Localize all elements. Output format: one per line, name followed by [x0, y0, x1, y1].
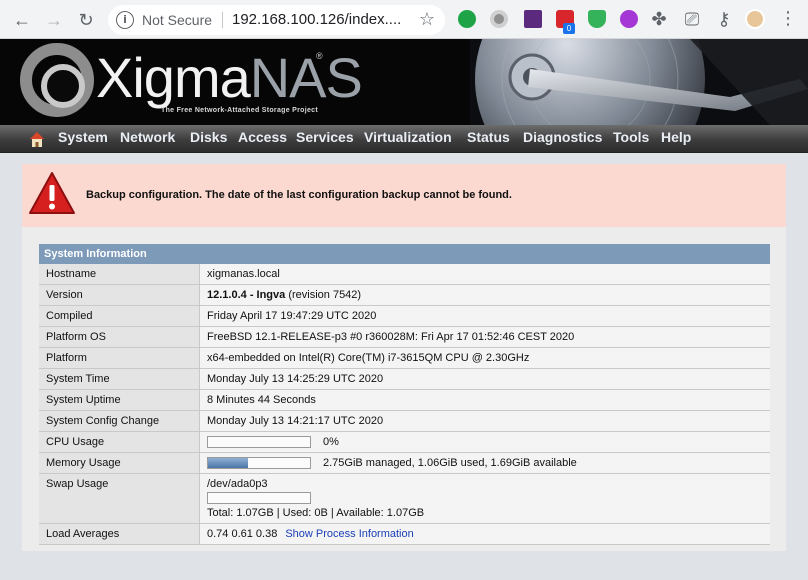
config-change-label: System Config Change — [39, 411, 200, 431]
load-averages-label: Load Averages — [39, 524, 200, 545]
platform-os-label: Platform OS — [39, 327, 200, 347]
table-row: Load Averages 0.74 0.61 0.38 Show Process… — [39, 524, 770, 546]
table-row: System Config Change Monday July 13 14:2… — [39, 411, 770, 432]
load-averages-value: 0.74 0.61 0.38 — [207, 528, 278, 541]
security-label: Not Secure — [142, 12, 213, 28]
browser-toolbar: ← → ↻ i Not Secure 192.168.100.126/index… — [0, 0, 808, 39]
back-icon[interactable]: ← — [10, 8, 34, 32]
logo-primary: Xigma — [96, 46, 251, 109]
uptime-value: 8 Minutes 44 Seconds — [200, 390, 770, 410]
config-change-value: Monday July 13 14:21:17 UTC 2020 — [200, 411, 770, 431]
table-row: Platform x64-embedded on Intel(R) Core(T… — [39, 348, 770, 369]
xigmanas-logo-icon — [20, 43, 94, 117]
cpu-usage-cell: 0% — [200, 432, 770, 453]
compiled-label: Compiled — [39, 306, 200, 326]
compiled-value: Friday April 17 19:47:29 UTC 2020 — [200, 306, 770, 326]
system-time-value: Monday July 13 14:25:29 UTC 2020 — [200, 369, 770, 389]
extension-badge: 0 — [563, 23, 575, 34]
swap-usage-value: Total: 1.07GB | Used: 0B | Available: 1.… — [207, 507, 425, 520]
address-bar[interactable]: i Not Secure 192.168.100.126/index.... ☆ — [108, 5, 445, 35]
backup-alert: Backup configuration. The date of the la… — [22, 164, 786, 227]
table-row: Platform OS FreeBSD 12.1-RELEASE-p3 #0 r… — [39, 327, 770, 348]
table-row: CPU Usage 0% — [39, 432, 770, 454]
circle-extension-icon[interactable] — [490, 10, 508, 28]
hard-drive-illustration — [470, 39, 808, 125]
menu-dots-icon[interactable]: ⋮ — [776, 6, 800, 30]
swap-device: /dev/ada0p3 — [207, 478, 268, 491]
info-icon[interactable]: i — [116, 11, 134, 29]
version-label: Version — [39, 285, 200, 305]
platform-os-value: FreeBSD 12.1-RELEASE-p3 #0 r360028M: Fri… — [200, 327, 770, 347]
table-title: System Information — [39, 244, 770, 264]
forward-icon[interactable]: → — [42, 8, 66, 32]
menu-item-disks[interactable]: Disks — [190, 129, 227, 145]
memory-usage-fill — [208, 458, 248, 469]
menu-item-tools[interactable]: Tools — [613, 129, 649, 145]
purple-extension-icon[interactable] — [620, 10, 638, 28]
swap-usage-cell: /dev/ada0p3 Total: 1.07GB | Used: 0B | A… — [200, 474, 770, 524]
memory-usage-bar — [207, 457, 311, 470]
puzzle-extensions-icon[interactable]: ✤ — [647, 7, 671, 31]
app-header: XigmaNAS ® The Free Network-Attached Sto… — [0, 39, 808, 125]
uptime-label: System Uptime — [39, 390, 200, 410]
main-menu: System Network Disks Access Services Vir… — [0, 125, 808, 153]
swap-usage-bar — [207, 492, 311, 505]
alert-message: Backup configuration. The date of the la… — [86, 189, 512, 201]
cpu-usage-value: 0% — [323, 436, 339, 448]
menu-item-services[interactable]: Services — [296, 129, 354, 145]
menu-item-diagnostics[interactable]: Diagnostics — [523, 129, 602, 145]
swap-usage-label: Swap Usage — [39, 474, 200, 524]
main-content: Backup configuration. The date of the la… — [22, 164, 786, 551]
memory-usage-value: 2.75GiB managed, 1.06GiB used, 1.69GiB a… — [323, 457, 577, 470]
table-row: System Uptime 8 Minutes 44 Seconds — [39, 390, 770, 411]
table-row: Version 12.1.0.4 - Ingva (revision 7542) — [39, 285, 770, 306]
menu-item-network[interactable]: Network — [120, 129, 175, 145]
app-tagline: The Free Network-Attached Storage Projec… — [161, 107, 318, 114]
table-row: System Time Monday July 13 14:25:29 UTC … — [39, 369, 770, 390]
warning-icon — [29, 172, 75, 214]
key-icon[interactable]: ⚷ — [712, 7, 736, 31]
mail-extension-icon[interactable] — [524, 10, 542, 28]
cast-icon[interactable]: ⎚ — [680, 7, 704, 31]
logo-registered-mark: ® — [316, 51, 323, 61]
cpu-usage-bar — [207, 436, 311, 449]
menu-item-help[interactable]: Help — [661, 129, 691, 145]
hostname-label: Hostname — [39, 264, 200, 284]
system-time-label: System Time — [39, 369, 200, 389]
table-row: Hostname xigmanas.local — [39, 264, 770, 285]
version-number: 12.1.0.4 - Ingva — [207, 289, 286, 301]
address-divider — [222, 12, 223, 28]
version-value: 12.1.0.4 - Ingva (revision 7542) — [200, 285, 770, 305]
table-row: Compiled Friday April 17 19:47:29 UTC 20… — [39, 306, 770, 327]
hostname-value: xigmanas.local — [200, 264, 770, 284]
bookmark-star-icon[interactable]: ☆ — [419, 9, 435, 30]
platform-value: x64-embedded on Intel(R) Core(TM) i7-361… — [200, 348, 770, 368]
memory-usage-label: Memory Usage — [39, 453, 200, 474]
menu-item-access[interactable]: Access — [238, 129, 287, 145]
load-averages-cell: 0.74 0.61 0.38 Show Process Information — [200, 524, 770, 545]
system-information-table: System Information Hostname xigmanas.loc… — [39, 244, 770, 546]
profile-avatar[interactable] — [745, 9, 765, 29]
menu-item-status[interactable]: Status — [467, 129, 510, 145]
memory-usage-cell: 2.75GiB managed, 1.06GiB used, 1.69GiB a… — [200, 453, 770, 474]
version-revision: (revision 7542) — [285, 289, 362, 301]
logo-secondary: NAS — [249, 46, 363, 109]
menu-item-virtualization[interactable]: Virtualization — [364, 129, 452, 145]
check-extension-icon[interactable] — [458, 10, 476, 28]
url-text[interactable]: 192.168.100.126/index.... — [232, 11, 401, 28]
shield-extension-icon[interactable] — [588, 10, 606, 28]
table-row: Memory Usage 2.75GiB managed, 1.06GiB us… — [39, 453, 770, 475]
show-process-information-link[interactable]: Show Process Information — [285, 528, 413, 540]
home-icon[interactable] — [28, 130, 46, 148]
menu-item-system[interactable]: System — [58, 129, 108, 145]
table-row: Swap Usage /dev/ada0p3 Total: 1.07GB | U… — [39, 474, 770, 525]
cpu-usage-label: CPU Usage — [39, 432, 200, 453]
platform-label: Platform — [39, 348, 200, 368]
reload-icon[interactable]: ↻ — [74, 8, 98, 32]
